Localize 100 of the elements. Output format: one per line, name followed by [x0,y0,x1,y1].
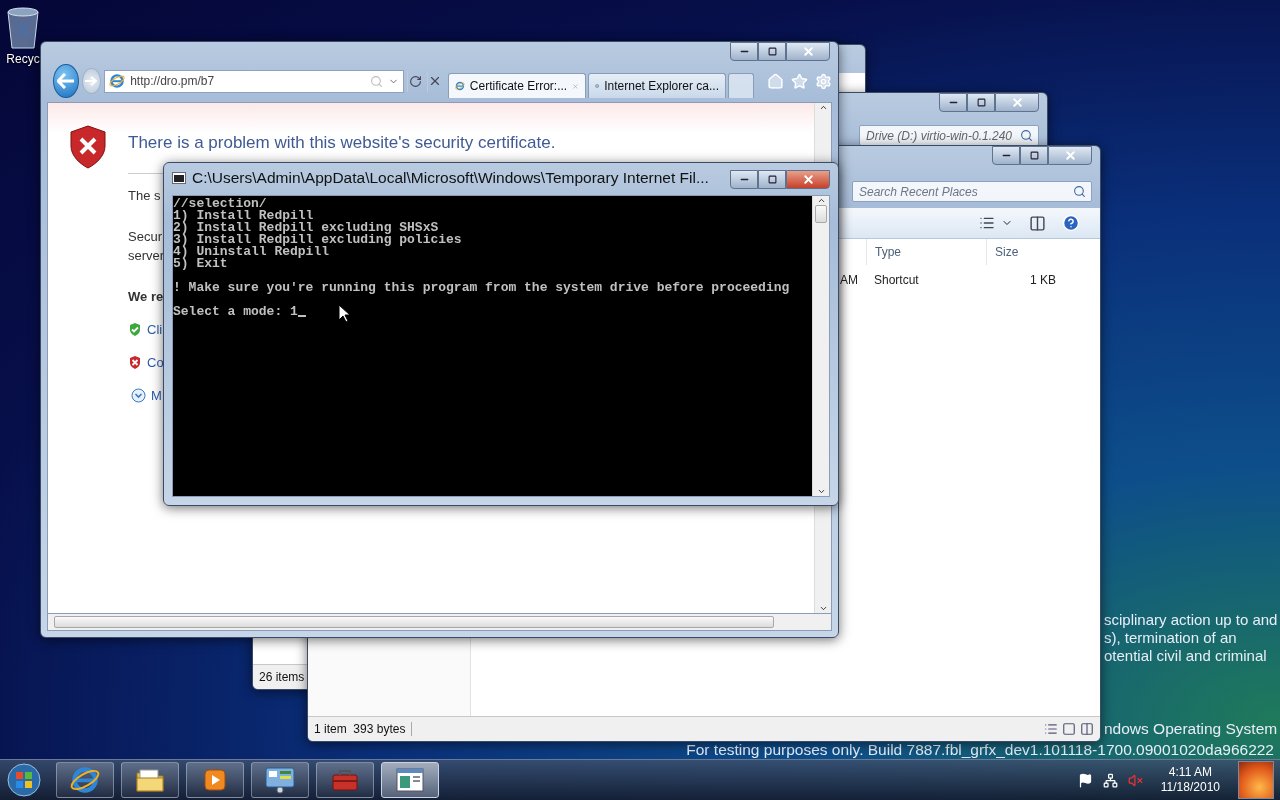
scrollbar-thumb[interactable] [815,205,827,223]
console-line: 5) Exit [173,258,228,270]
star-icon[interactable] [791,72,808,90]
minimize-button[interactable] [730,42,758,61]
console-line: Select a mode: 1 [173,306,298,318]
taskbar-button[interactable] [381,762,439,798]
maximize-icon [767,47,777,56]
scrollbar-thumb[interactable] [54,616,774,628]
taskbar-button[interactable] [56,762,114,798]
console-line: 1) Install Redpill [173,210,314,222]
recycle-bin-icon[interactable] [4,6,42,50]
maximize-button[interactable] [758,42,786,61]
body-text: We re [128,289,164,304]
maximize-button[interactable] [758,169,786,189]
close-icon [801,45,815,58]
minimize-button[interactable] [992,146,1020,165]
pane-layout-icon[interactable] [1080,722,1094,736]
browser-tab[interactable]: Internet Explorer ca... [588,73,726,98]
search-field[interactable]: Search Recent Places [852,181,1092,202]
scroll-down-icon[interactable] [816,487,826,496]
taskbar-button[interactable] [121,762,179,798]
console-line: 2) Install Redpill excluding SHSxS [173,222,439,234]
clock[interactable]: 4:11 AM 11/18/2010 [1152,765,1228,795]
thumbnail-view-icon[interactable] [1062,722,1076,736]
search-icon [1073,185,1086,198]
preview-pane-icon[interactable] [1029,214,1046,232]
mouse-pointer-icon [338,304,350,323]
console-line: 4) Uninstall Redpill [173,246,330,258]
flag-icon[interactable] [1077,772,1093,788]
console-line: 3) Install Redpill excluding policies [173,234,462,246]
taskbar-button[interactable] [251,762,309,798]
window-title: C:\Users\Admin\AppData\Local\Microsoft\Windows\Temporary Internet Fil... [192,169,709,187]
back-button[interactable] [53,64,79,98]
body-text: server [128,248,165,263]
console-icon [172,172,186,184]
shield-x-icon [128,355,142,370]
body-text: Secur [128,229,162,244]
body-text: The s [128,188,161,203]
window-icon [395,767,425,793]
windows-logo-icon [6,762,42,798]
maximize-button[interactable] [967,93,995,112]
build-text: For testing purposes only. Build 7887.fbl_grfx_dev1.101118-1700.09001020da966222 [686,741,1274,759]
scroll-up-icon[interactable] [818,103,828,112]
maximize-icon [1029,151,1039,160]
minimize-button[interactable] [939,93,967,112]
volume-muted-icon[interactable] [1127,772,1143,788]
close-icon [801,172,815,186]
browser-tab[interactable]: Certificate Error:... [448,73,586,98]
minimize-button[interactable] [730,169,758,189]
close-button[interactable] [786,169,830,189]
show-desktop-button[interactable] [1238,761,1274,799]
maximize-button[interactable] [1020,146,1048,165]
details-view-icon[interactable] [1044,722,1058,736]
shield-check-icon [128,322,142,337]
scroll-up-icon[interactable] [816,196,826,205]
folder-icon [135,767,165,793]
taskbar-button[interactable] [186,762,244,798]
column-header[interactable]: Size [986,239,1064,265]
maximize-icon [976,98,986,107]
scroll-down-icon[interactable] [818,604,828,613]
search-icon [370,74,384,88]
column-header[interactable]: Type [866,239,986,265]
help-icon[interactable] [1062,214,1080,232]
table-cell-text: AM [839,272,859,289]
refresh-icon [409,74,423,88]
page-link[interactable]: Cli [147,322,163,337]
page-link[interactable]: M [151,388,162,403]
shield-x-icon [68,125,108,169]
close-button[interactable] [995,93,1039,112]
search-icon [1020,129,1033,142]
page-link[interactable]: Co [147,355,164,370]
network-icon[interactable] [1102,772,1118,788]
notice-text-line: sciplinary action up to and [1104,611,1278,629]
media-player-icon [203,768,227,792]
desktop-icon-label: Recyc [6,52,40,66]
table-cell-text: 1 KB [1029,272,1057,289]
close-icon [1010,96,1024,109]
page-heading: There is a problem with this website's security certificate. [128,133,556,153]
expand-circle-icon [131,388,146,403]
search-field[interactable]: Drive (D:) virtio-win-0.1.240 [859,125,1039,146]
address-bar[interactable]: http://dro.pm/b7 [104,69,405,93]
close-icon [1063,149,1077,162]
console-line: ! Make sure you're running this program from the system drive before proceeding [173,282,790,294]
notice-text-line: otential civil and criminal [1104,647,1268,665]
control-panel-icon [264,766,296,794]
browser-icon [109,73,126,89]
table-cell-text: Shortcut [873,272,920,289]
close-button[interactable] [1048,146,1092,165]
start-button[interactable] [4,761,44,799]
close-button[interactable] [786,42,830,61]
back-arrow-icon [56,73,75,89]
console-line: //selection/ [173,198,267,210]
forward-arrow-icon [85,76,98,86]
maximize-icon [767,174,777,184]
notice-text-line: s), termination of an [1104,629,1238,647]
refresh-button[interactable] [407,70,424,92]
status-text: 1 item 393 bytes [314,722,413,736]
view-list-icon[interactable] [979,215,995,231]
browser-icon [70,765,100,795]
toolbox-icon [330,767,360,793]
